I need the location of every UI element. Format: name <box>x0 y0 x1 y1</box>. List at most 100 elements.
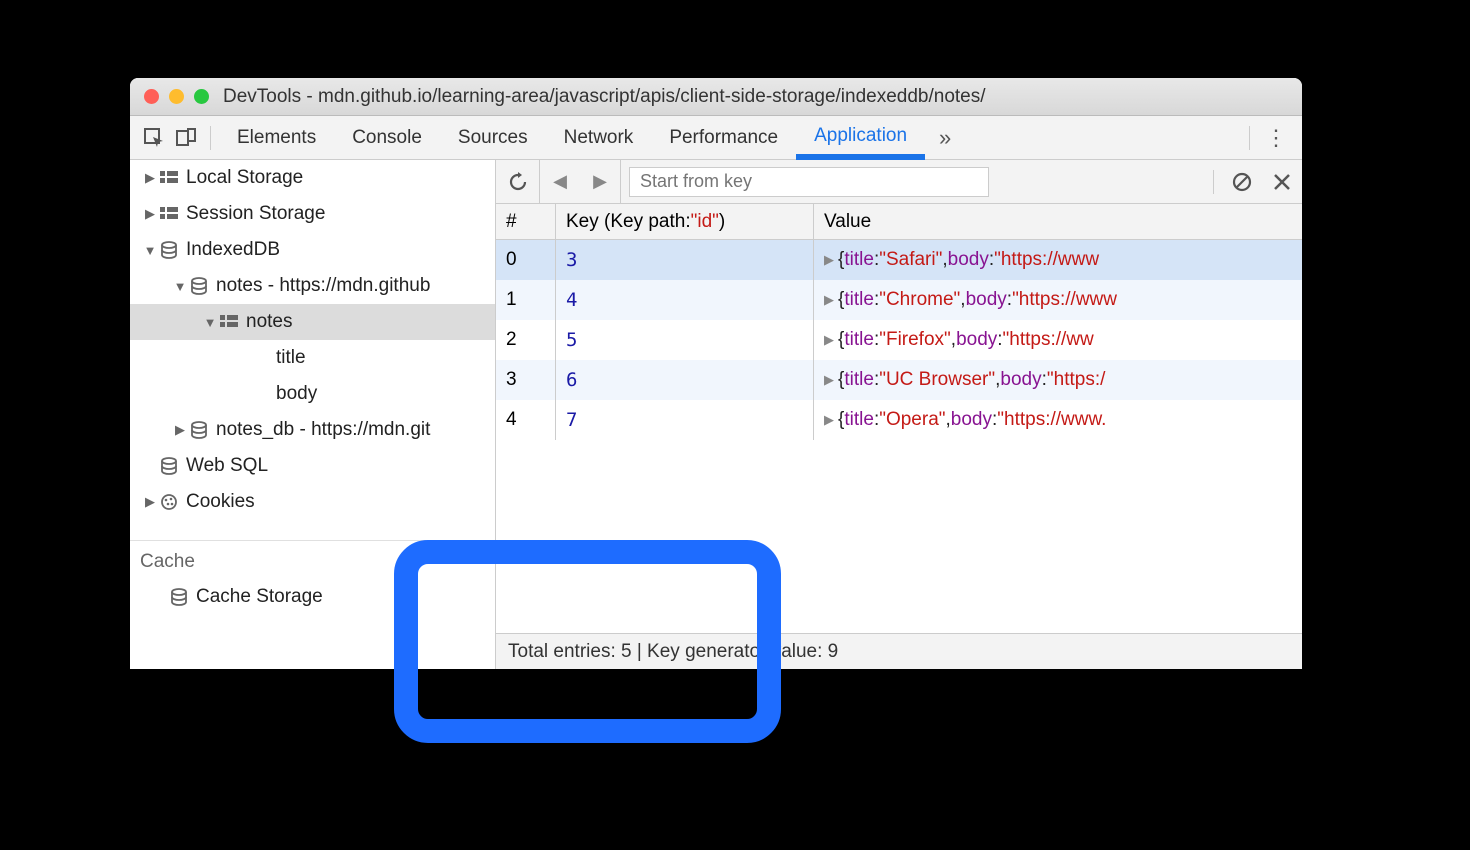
cell-key: 4 <box>556 280 814 320</box>
divider <box>1213 170 1214 194</box>
tree-item-label: title <box>276 347 306 369</box>
grid-icon <box>158 171 180 185</box>
sidebar-item-web-sql[interactable]: Web SQL <box>130 448 495 484</box>
expand-caret-icon[interactable]: ▶ <box>824 252 834 268</box>
table-row[interactable]: 47▶{title: "Opera", body: "https://www. <box>496 400 1302 440</box>
caret-icon: ▼ <box>204 315 216 330</box>
table-row[interactable]: 14▶{title: "Chrome", body: "https://www <box>496 280 1302 320</box>
minimize-window-button[interactable] <box>169 89 184 104</box>
grid-icon <box>218 315 240 329</box>
tree-item-label: Local Storage <box>186 167 303 189</box>
cell-value: ▶{title: "Chrome", body: "https://www <box>814 280 1302 320</box>
traffic-lights <box>144 89 209 104</box>
titlebar: DevTools - mdn.github.io/learning-area/j… <box>130 78 1302 116</box>
cell-value: ▶{title: "UC Browser", body: "https:/ <box>814 360 1302 400</box>
col-header-value[interactable]: Value <box>814 204 1302 239</box>
tab-sources[interactable]: Sources <box>440 116 546 160</box>
close-window-button[interactable] <box>144 89 159 104</box>
tree-item-label: Session Storage <box>186 203 325 225</box>
main-area: ▶ Local Storage ▶ Session Storage ▼IndexedDB… <box>130 160 1302 669</box>
expand-caret-icon[interactable]: ▶ <box>824 412 834 428</box>
cell-index: 0 <box>496 240 556 280</box>
tree-item-label: Cache Storage <box>196 586 323 608</box>
cell-key: 3 <box>556 240 814 280</box>
tab-network[interactable]: Network <box>546 116 652 160</box>
tab-console[interactable]: Console <box>334 116 440 160</box>
tab-performance[interactable]: Performance <box>651 116 796 160</box>
table-row[interactable]: 25▶{title: "Firefox", body: "https://ww <box>496 320 1302 360</box>
db-icon <box>188 277 210 295</box>
cell-key: 5 <box>556 320 814 360</box>
cell-value: ▶{title: "Firefox", body: "https://ww <box>814 320 1302 360</box>
sidebar-item-body[interactable]: body <box>130 376 495 412</box>
content-toolbar: ◀ ▶ <box>496 160 1302 204</box>
cookie-icon <box>158 493 180 511</box>
more-tabs-button[interactable]: » <box>925 125 965 151</box>
sidebar-item-title[interactable]: title <box>130 340 495 376</box>
table-row[interactable]: 36▶{title: "UC Browser", body: "https:/ <box>496 360 1302 400</box>
grid-icon <box>158 207 180 221</box>
cell-index: 3 <box>496 360 556 400</box>
tab-application[interactable]: Application <box>796 116 925 160</box>
cell-index: 1 <box>496 280 556 320</box>
nav-buttons: ◀ ▶ <box>540 160 621 204</box>
cell-index: 2 <box>496 320 556 360</box>
expand-caret-icon[interactable]: ▶ <box>824 332 834 348</box>
sidebar-item-cache-storage[interactable]: Cache Storage <box>130 579 495 615</box>
status-bar: Total entries: 5 | Key generator value: … <box>496 633 1302 669</box>
db-icon <box>158 241 180 259</box>
caret-icon: ▶ <box>174 422 186 438</box>
tree-item-label: Cookies <box>186 491 255 513</box>
tree-item-label: notes_db - https://mdn.git <box>216 419 430 441</box>
menu-button[interactable]: ⋮ <box>1258 125 1294 151</box>
tree-item-label: Web SQL <box>186 455 268 477</box>
refresh-button[interactable] <box>496 160 540 204</box>
table-header: # Key (Key path: "id") Value <box>496 204 1302 240</box>
cell-key: 6 <box>556 360 814 400</box>
start-from-key-input[interactable] <box>629 167 989 197</box>
data-table: # Key (Key path: "id") Value 03▶{title: … <box>496 204 1302 633</box>
db-icon <box>158 457 180 475</box>
devtools-window: DevTools - mdn.github.io/learning-area/j… <box>130 78 1302 669</box>
cell-value: ▶{title: "Safari", body: "https://www <box>814 240 1302 280</box>
db-icon <box>188 421 210 439</box>
caret-icon: ▶ <box>144 494 156 510</box>
sidebar-item-indexeddb[interactable]: ▼IndexedDB <box>130 232 495 268</box>
table-row[interactable]: 03▶{title: "Safari", body: "https://www <box>496 240 1302 280</box>
sidebar-item-cookies[interactable]: ▶ Cookies <box>130 484 495 520</box>
sidebar: ▶ Local Storage ▶ Session Storage ▼IndexedDB… <box>130 160 496 669</box>
db-icon <box>168 588 190 606</box>
prev-page-button[interactable]: ◀ <box>540 171 580 192</box>
caret-icon: ▼ <box>174 279 186 294</box>
caret-icon: ▶ <box>144 170 156 186</box>
sidebar-item-notes-db-https-mdn-git[interactable]: ▶ notes_db - https://mdn.git <box>130 412 495 448</box>
clear-button[interactable] <box>1222 172 1262 192</box>
sidebar-item-notes-https-mdn-github[interactable]: ▼ notes - https://mdn.github <box>130 268 495 304</box>
sidebar-item-local-storage[interactable]: ▶ Local Storage <box>130 160 495 196</box>
col-header-key[interactable]: Key (Key path: "id") <box>556 204 814 239</box>
next-page-button[interactable]: ▶ <box>580 171 620 192</box>
tree-item-label: notes - https://mdn.github <box>216 275 430 297</box>
divider <box>1249 126 1250 150</box>
expand-caret-icon[interactable]: ▶ <box>824 372 834 388</box>
inspect-icon[interactable] <box>138 122 170 154</box>
device-toggle-icon[interactable] <box>170 122 202 154</box>
sidebar-item-session-storage[interactable]: ▶ Session Storage <box>130 196 495 232</box>
window-title: DevTools - mdn.github.io/learning-area/j… <box>223 86 986 108</box>
tab-bar: ElementsConsoleSourcesNetworkPerformance… <box>130 116 1302 160</box>
content-pane: ◀ ▶ # Key (Key path: "id") <box>496 160 1302 669</box>
tree-item-label: notes <box>246 311 292 333</box>
zoom-window-button[interactable] <box>194 89 209 104</box>
caret-icon: ▼ <box>144 243 156 258</box>
cell-key: 7 <box>556 400 814 440</box>
divider <box>210 126 211 150</box>
cell-index: 4 <box>496 400 556 440</box>
cell-value: ▶{title: "Opera", body: "https://www. <box>814 400 1302 440</box>
tab-elements[interactable]: Elements <box>219 116 334 160</box>
expand-caret-icon[interactable]: ▶ <box>824 292 834 308</box>
col-header-index[interactable]: # <box>496 204 556 239</box>
delete-button[interactable] <box>1262 173 1302 191</box>
status-text: Total entries: 5 | Key generator value: … <box>508 641 838 663</box>
caret-icon: ▶ <box>144 206 156 222</box>
sidebar-item-notes[interactable]: ▼ notes <box>130 304 495 340</box>
